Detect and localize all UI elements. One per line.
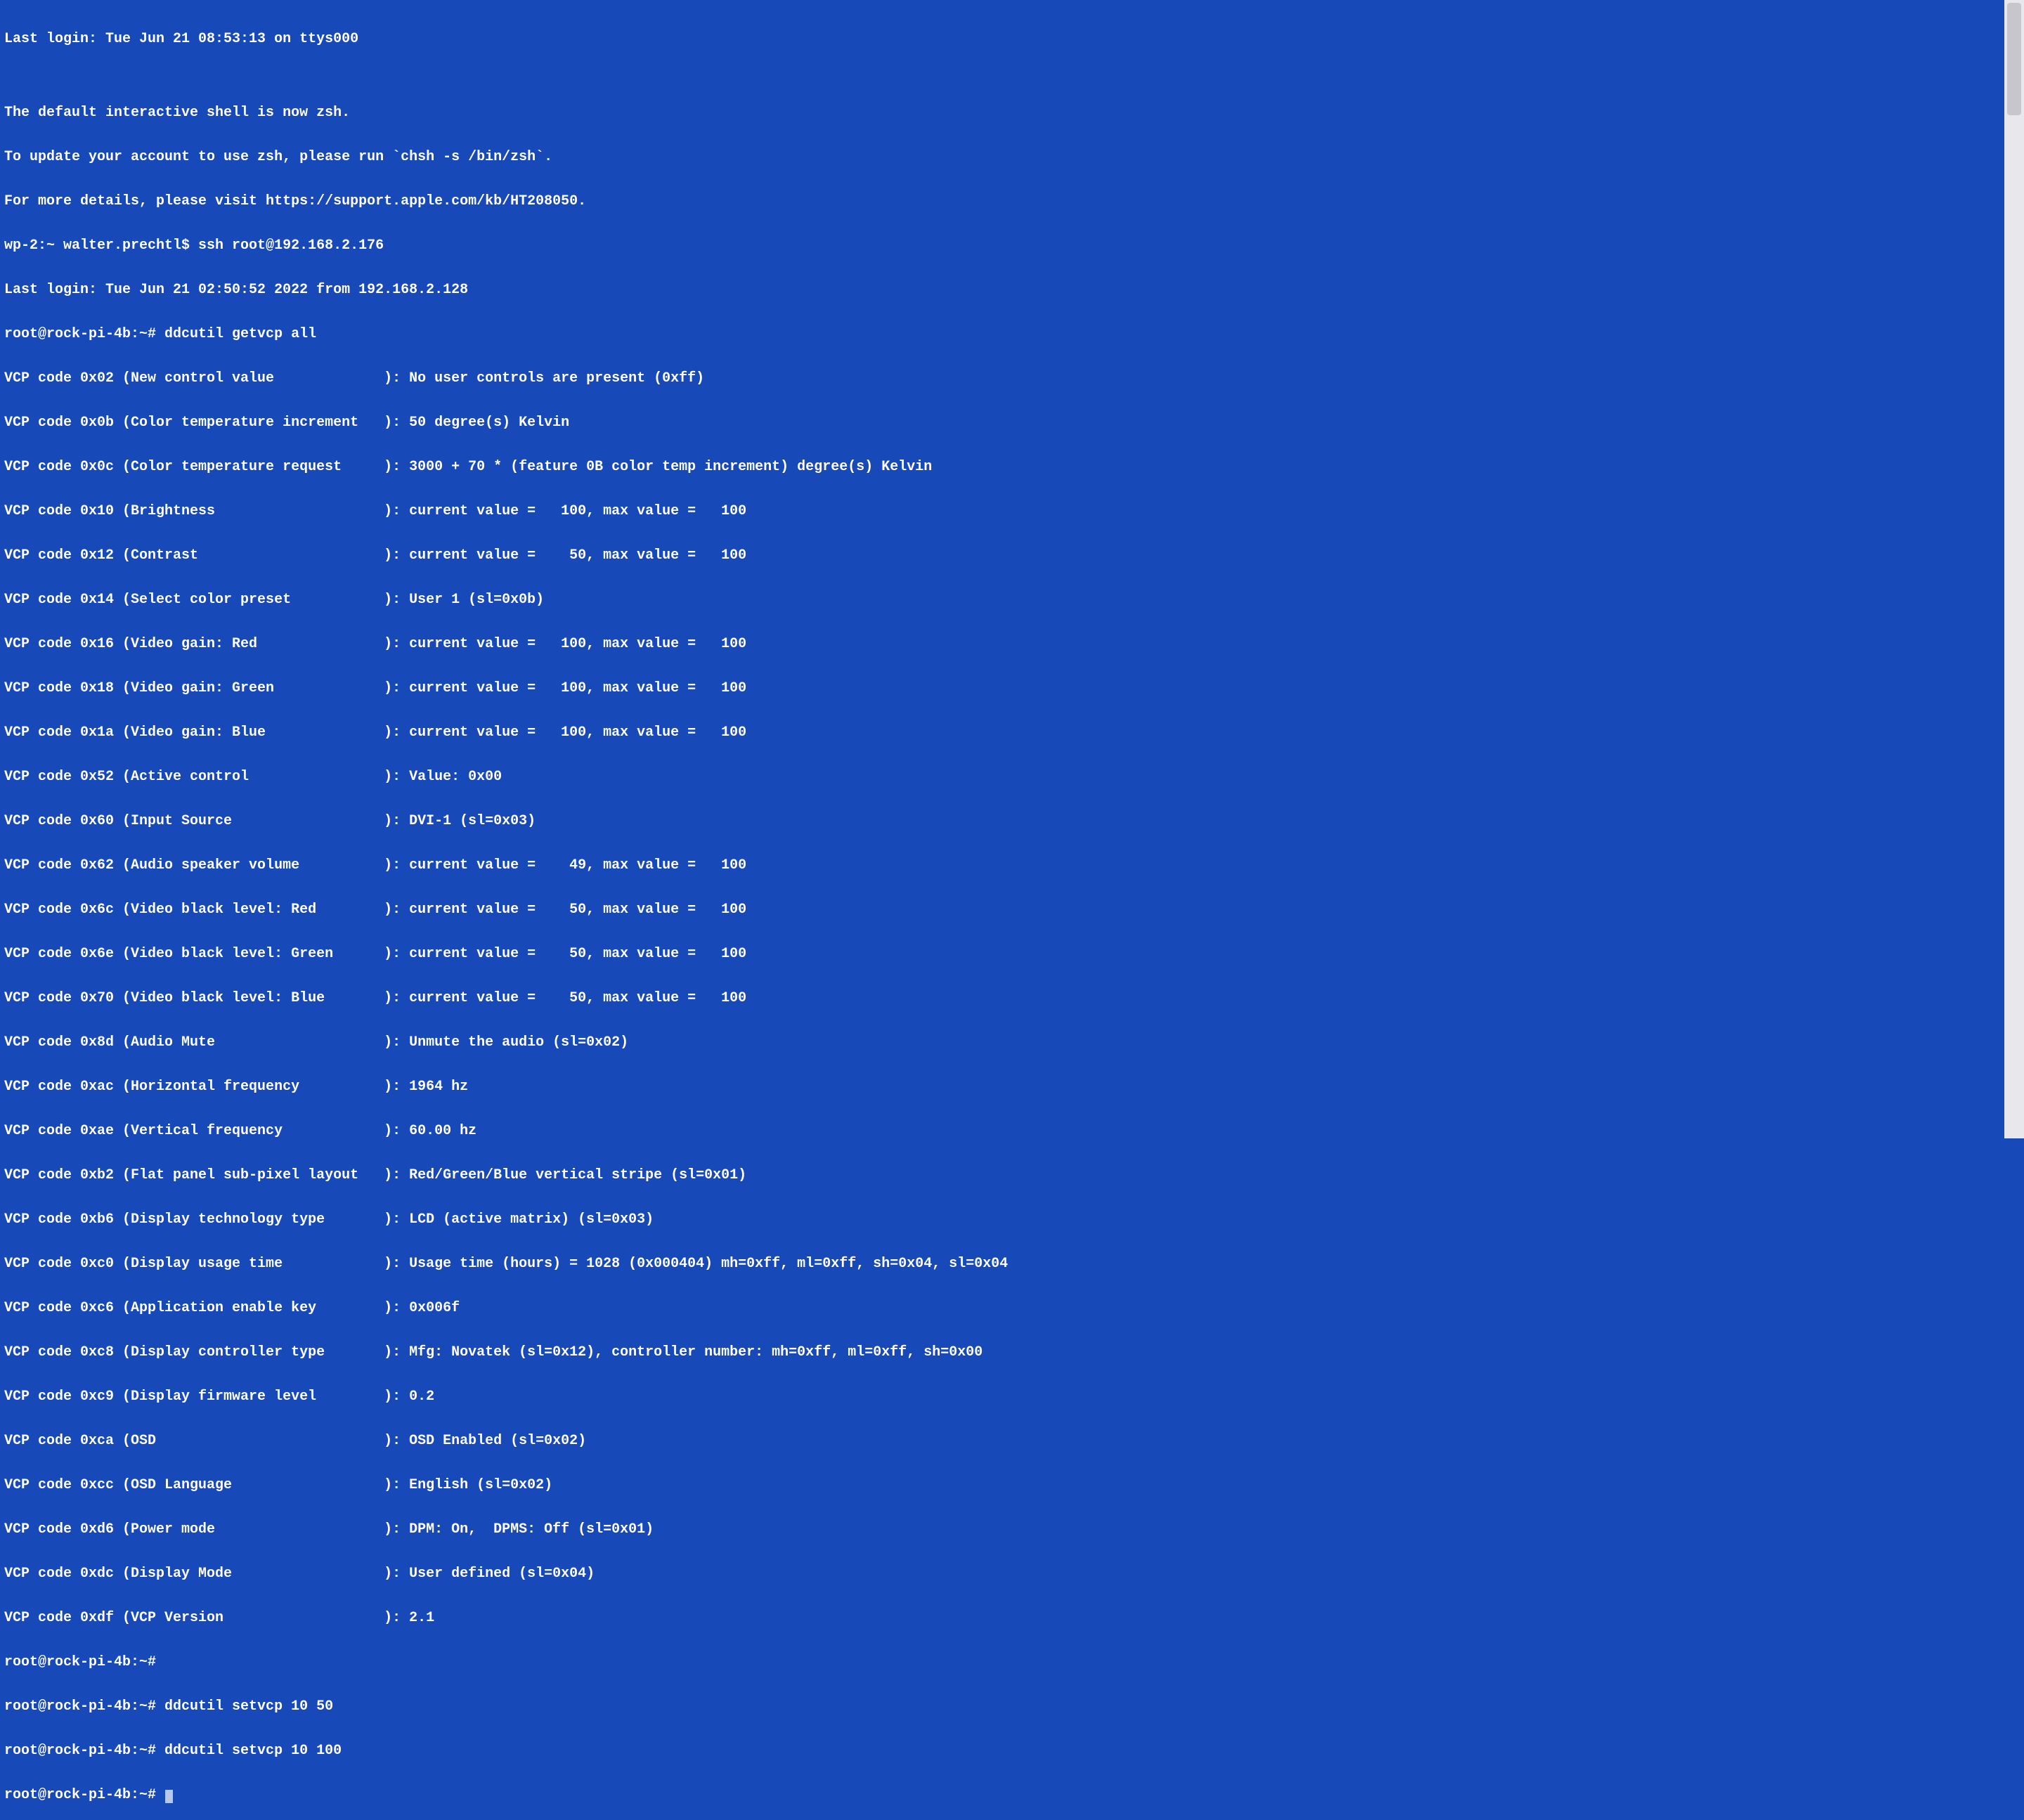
terminal-line: VCP code 0x14 (Select color preset ): Us…: [4, 592, 2020, 607]
terminal-line: Last login: Tue Jun 21 02:50:52 2022 fro…: [4, 282, 2020, 297]
terminal-line: VCP code 0x6e (Video black level: Green …: [4, 947, 2020, 961]
scrollbar-thumb[interactable]: [2007, 3, 2021, 115]
vertical-scrollbar[interactable]: [2004, 0, 2024, 1138]
terminal-line: VCP code 0x70 (Video black level: Blue )…: [4, 991, 2020, 1006]
terminal-line: VCP code 0xd6 (Power mode ): DPM: On, DP…: [4, 1522, 2020, 1537]
terminal-line: VCP code 0xdc (Display Mode ): User defi…: [4, 1566, 2020, 1581]
terminal-line: VCP code 0x8d (Audio Mute ): Unmute the …: [4, 1035, 2020, 1050]
terminal-line: VCP code 0x6c (Video black level: Red ):…: [4, 902, 2020, 917]
terminal-line: VCP code 0x16 (Video gain: Red ): curren…: [4, 637, 2020, 651]
terminal-line: VCP code 0xb6 (Display technology type )…: [4, 1212, 2020, 1227]
terminal-line: VCP code 0x1a (Video gain: Blue ): curre…: [4, 725, 2020, 740]
terminal-line: For more details, please visit https://s…: [4, 194, 2020, 209]
terminal-line: Last login: Tue Jun 21 08:53:13 on ttys0…: [4, 32, 2020, 46]
terminal-line: VCP code 0xc9 (Display firmware level ):…: [4, 1389, 2020, 1404]
terminal-line: VCP code 0xae (Vertical frequency ): 60.…: [4, 1124, 2020, 1138]
terminal-line: VCP code 0x0b (Color temperature increme…: [4, 415, 2020, 430]
terminal-line: root@rock-pi-4b:~# ddcutil setvcp 10 100: [4, 1743, 2020, 1758]
terminal-line: VCP code 0xc6 (Application enable key ):…: [4, 1301, 2020, 1315]
cursor-block: [165, 1790, 173, 1803]
terminal-line: VCP code 0x60 (Input Source ): DVI-1 (sl…: [4, 814, 2020, 828]
terminal-line: VCP code 0xc8 (Display controller type )…: [4, 1345, 2020, 1360]
terminal-line: VCP code 0x02 (New control value ): No u…: [4, 371, 2020, 386]
terminal-line: VCP code 0xac (Horizontal frequency ): 1…: [4, 1079, 2020, 1094]
terminal-prompt-text: root@rock-pi-4b:~#: [4, 1787, 164, 1803]
terminal-line: VCP code 0x12 (Contrast ): current value…: [4, 548, 2020, 563]
terminal-line: VCP code 0xcc (OSD Language ): English (…: [4, 1478, 2020, 1493]
terminal-line: VCP code 0xb2 (Flat panel sub-pixel layo…: [4, 1168, 2020, 1183]
terminal-line: VCP code 0x0c (Color temperature request…: [4, 460, 2020, 474]
terminal-line: root@rock-pi-4b:~# ddcutil getvcp all: [4, 327, 2020, 342]
terminal-viewport[interactable]: Last login: Tue Jun 21 08:53:13 on ttys0…: [0, 0, 2024, 1820]
terminal-line: VCP code 0x18 (Video gain: Green ): curr…: [4, 681, 2020, 696]
terminal-line: VCP code 0x62 (Audio speaker volume ): c…: [4, 858, 2020, 873]
terminal-line: VCP code 0xca (OSD ): OSD Enabled (sl=0x…: [4, 1434, 2020, 1448]
terminal-line: VCP code 0xdf (VCP Version ): 2.1: [4, 1611, 2020, 1625]
terminal-line: The default interactive shell is now zsh…: [4, 105, 2020, 120]
terminal-line: To update your account to use zsh, pleas…: [4, 150, 2020, 164]
terminal-line: wp-2:~ walter.prechtl$ ssh root@192.168.…: [4, 238, 2020, 253]
terminal-line: VCP code 0x52 (Active control ): Value: …: [4, 769, 2020, 784]
terminal-prompt-line[interactable]: root@rock-pi-4b:~#: [4, 1788, 2020, 1803]
terminal-line: root@rock-pi-4b:~# ddcutil setvcp 10 50: [4, 1699, 2020, 1714]
terminal-line: VCP code 0x10 (Brightness ): current val…: [4, 504, 2020, 519]
terminal-line: VCP code 0xc0 (Display usage time ): Usa…: [4, 1256, 2020, 1271]
terminal-line: root@rock-pi-4b:~#: [4, 1655, 2020, 1670]
